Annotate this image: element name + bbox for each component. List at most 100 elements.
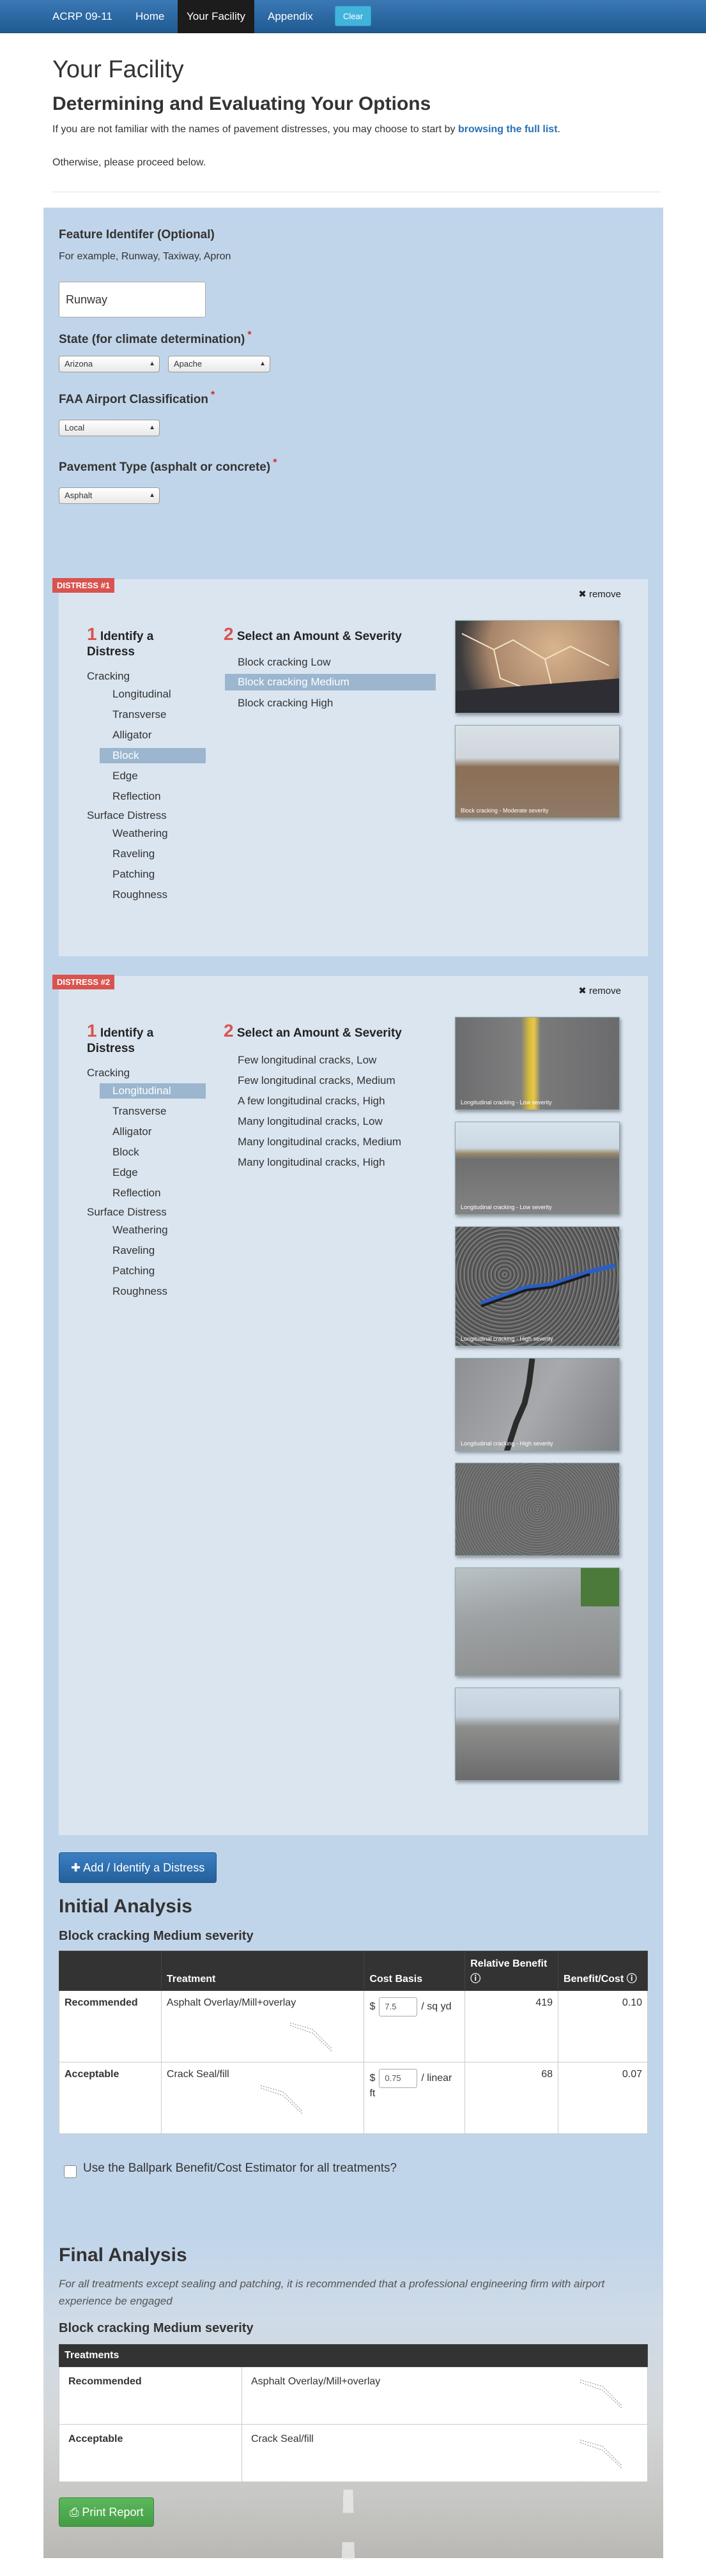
feature-help: For example, Runway, Taxiway, Apron: [59, 251, 231, 262]
distress-item-transverse[interactable]: Transverse: [112, 1105, 166, 1118]
state-select[interactable]: Arizona ▲: [59, 356, 160, 372]
intro-end: .: [557, 124, 560, 135]
distress-item-longitudinal[interactable]: Longitudinal: [112, 688, 171, 701]
browse-full-list-link[interactable]: browsing the full list: [458, 124, 558, 135]
select-caret-icon: ▲: [259, 360, 266, 367]
severity-option[interactable]: Many longitudinal cracks, Medium: [238, 1136, 401, 1148]
final-analysis-title: Final Analysis: [59, 2244, 187, 2266]
severity-option[interactable]: Few longitudinal cracks, Low: [238, 1054, 376, 1067]
severity-option-selected[interactable]: Block cracking Medium: [225, 674, 436, 690]
step2-heading: 2 Select an Amount & Severity: [224, 624, 434, 644]
nav-appendix[interactable]: Appendix: [259, 0, 322, 33]
distress-item-reflection[interactable]: Reflection: [112, 1187, 161, 1200]
remove-label: remove: [588, 986, 621, 996]
step-title: Identify a Distress: [87, 1026, 154, 1055]
pavement-select[interactable]: Asphalt ▲: [59, 487, 160, 504]
distress-item-edge[interactable]: Edge: [112, 770, 138, 782]
initial-analysis-title: Initial Analysis: [59, 1896, 192, 1917]
distress-item-weathering[interactable]: Weathering: [112, 1224, 168, 1237]
print-report-button[interactable]: ⎙ Print Report: [59, 2497, 155, 2527]
table-header-cost-basis: Cost Basis: [364, 1951, 466, 1991]
row-relative-benefit: 419: [464, 1990, 559, 2062]
cost-input[interactable]: 7.5: [379, 1997, 418, 2016]
severity-option[interactable]: Block cracking High: [238, 697, 333, 710]
feature-input[interactable]: Runway: [59, 282, 206, 317]
severity-option[interactable]: Many longitudinal cracks, High: [238, 1156, 385, 1169]
table-header-treatment: Treatment: [160, 1951, 365, 1991]
table-row: Recommended Asphalt Overlay/Mill+overlay: [59, 2366, 648, 2425]
distress-item-reflection[interactable]: Reflection: [112, 790, 161, 803]
step-title: Select an Amount & Severity: [236, 630, 402, 643]
county-select[interactable]: Apache ▲: [168, 356, 270, 372]
crack-pattern: [480, 1263, 616, 1307]
final-analysis-subtitle: Block cracking Medium severity: [59, 2321, 254, 2335]
ballpark-checkbox[interactable]: [64, 2165, 77, 2178]
distress-photo: [455, 1463, 620, 1556]
distress-item-roughness[interactable]: Roughness: [112, 1285, 167, 1298]
cost-input[interactable]: 0.75: [379, 2069, 418, 2088]
distress-item-alligator[interactable]: Alligator: [112, 1125, 151, 1138]
close-icon: ✖: [578, 589, 587, 600]
faa-select[interactable]: Local ▲: [59, 420, 160, 436]
brand-link[interactable]: ACRP 09-11: [52, 0, 112, 33]
feature-label: Feature Identifer (Optional): [59, 228, 215, 241]
pavement-label: Pavement Type (asphalt or concrete) *: [59, 457, 277, 475]
distress-photo: [455, 1688, 620, 1781]
distress-item-raveling[interactable]: Raveling: [112, 1244, 155, 1257]
step1-heading: 1 Identify a Distress: [87, 625, 196, 660]
row-treatment: Crack Seal/fill: [242, 2424, 648, 2482]
distress-panel-1: DISTRESS #1 ✖ remove 1 Identify a Distre…: [52, 578, 648, 956]
distress-item-longitudinal[interactable]: Longitudinal: [100, 1083, 206, 1099]
final-analysis-note: For all treatments except sealing and pa…: [59, 2278, 605, 2307]
proceed-text: Otherwise, please proceed below.: [52, 157, 206, 168]
print-icon: ⎙: [70, 2506, 79, 2519]
select-caret-icon: ▲: [149, 424, 155, 431]
info-icon[interactable]: ⓘ: [470, 1974, 480, 1985]
distress-item-alligator[interactable]: Alligator: [112, 729, 151, 742]
faa-label: FAA Airport Classification *: [59, 390, 215, 407]
step-number: 2: [224, 1021, 234, 1040]
nav-home[interactable]: Home: [127, 0, 173, 33]
treatment-name: Crack Seal/fill: [251, 2434, 314, 2444]
clear-button[interactable]: Clear: [335, 6, 372, 26]
distress-item-block[interactable]: Block: [112, 1146, 139, 1159]
distress-item-raveling[interactable]: Raveling: [112, 848, 155, 860]
county-select-value: Apache: [174, 359, 203, 369]
row-benefit-cost: 0.10: [558, 1990, 648, 2062]
pavement-label-text: Pavement Type (asphalt or concrete): [59, 461, 271, 474]
distress-item-transverse[interactable]: Transverse: [112, 708, 166, 721]
intro-text: If you are not familiar with the names o…: [52, 124, 560, 135]
distress-item-patching[interactable]: Patching: [112, 1265, 155, 1277]
distress-item-edge[interactable]: Edge: [112, 1166, 138, 1179]
remove-distress-button[interactable]: ✖ remove: [578, 588, 621, 600]
photo-caption: Longitudinal cracking - High severity: [461, 1336, 553, 1342]
step-number: 2: [224, 624, 234, 644]
distress-tag: DISTRESS #1: [52, 578, 115, 593]
photo-caption: Longitudinal cracking - High severity: [461, 1440, 553, 1447]
distress-item-patching[interactable]: Patching: [112, 868, 155, 881]
page-title: Your Facility: [52, 56, 184, 83]
add-distress-button[interactable]: ✚ Add / Identify a Distress: [59, 1852, 217, 1883]
nav-your-facility[interactable]: Your Facility: [178, 0, 254, 33]
distress-item-roughness[interactable]: Roughness: [112, 888, 167, 901]
distress-photo: Block cracking - Moderate severity: [455, 725, 620, 818]
faa-select-value: Local: [65, 423, 85, 432]
faa-label-text: FAA Airport Classification: [59, 393, 209, 406]
step-title: Select an Amount & Severity: [236, 1026, 402, 1040]
row-relative-benefit: 68: [464, 2062, 559, 2134]
severity-option[interactable]: Block cracking Low: [238, 656, 331, 669]
row-treatment: Crack Seal/fill: [160, 2062, 365, 2134]
table-row: Recommended Asphalt Overlay/Mill+overlay…: [59, 1990, 648, 2062]
info-icon[interactable]: ⓘ: [627, 1974, 637, 1985]
distress-item-weathering[interactable]: Weathering: [112, 827, 168, 840]
step-number: 1: [87, 1021, 97, 1040]
severity-option[interactable]: Many longitudinal cracks, Low: [238, 1115, 383, 1128]
severity-option[interactable]: Few longitudinal cracks, Medium: [238, 1074, 395, 1087]
table-header-relative-benefit: Relative Benefit ⓘ: [464, 1951, 559, 1991]
remove-distress-button[interactable]: ✖ remove: [578, 985, 621, 996]
treatment-name: Asphalt Overlay/Mill+overlay: [166, 1997, 296, 2008]
ballpark-label: Use the Ballpark Benefit/Cost Estimator …: [83, 2161, 397, 2175]
table-header-benefit-cost: Benefit/Cost ⓘ: [558, 1951, 648, 1991]
distress-item-block[interactable]: Block: [100, 748, 206, 763]
severity-option[interactable]: A few longitudinal cracks, High: [238, 1095, 385, 1108]
